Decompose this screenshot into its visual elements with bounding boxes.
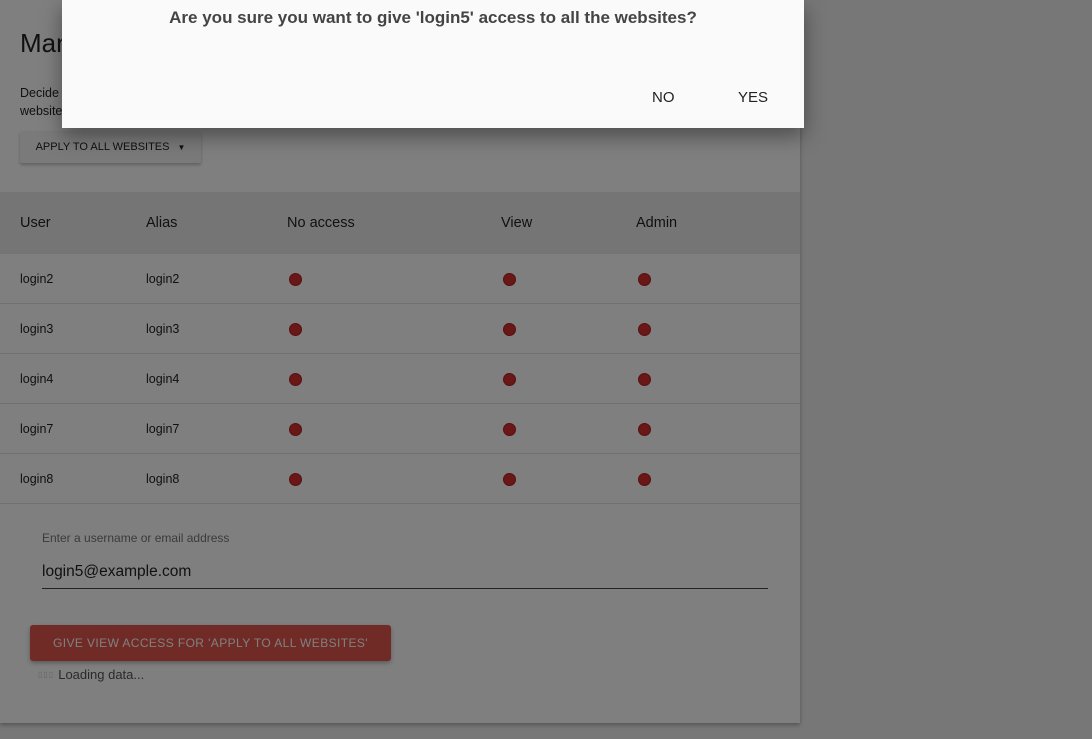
confirm-dialog: Are you sure you want to give 'login5' a… — [62, 0, 804, 128]
dialog-message: Are you sure you want to give 'login5' a… — [169, 8, 697, 27]
no-button[interactable]: NO — [652, 89, 675, 106]
yes-button[interactable]: YES — [738, 89, 768, 106]
